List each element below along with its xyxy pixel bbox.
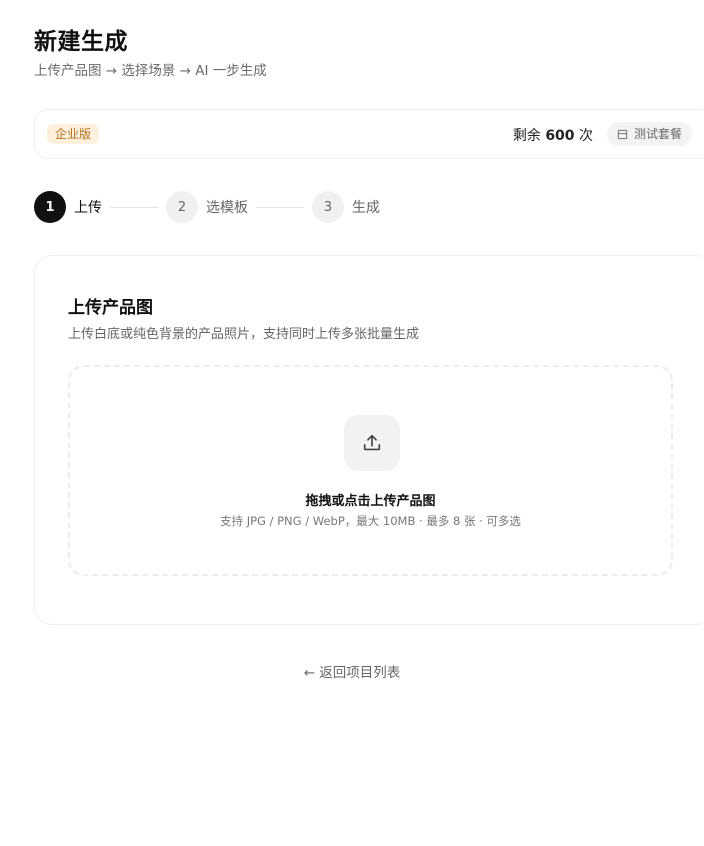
step-2-number[interactable]: 2 — [166, 191, 198, 223]
step-2-label[interactable]: 选模板 — [206, 197, 248, 217]
upload-card: 上传产品图 上传白底或纯色背景的产品照片，支持同时上传多张批量生成 拖拽或点击上… — [34, 255, 704, 625]
step-1-number[interactable]: 1 — [34, 191, 66, 223]
upload-card-title: 上传产品图 — [68, 298, 153, 318]
step-1-label[interactable]: 上传 — [74, 197, 102, 217]
upload-icon — [363, 434, 381, 451]
stepper: 1 上传 2 选模板 3 生成 — [34, 191, 380, 223]
calendar-icon — [617, 129, 628, 139]
upload-dropzone[interactable]: 拖拽或点击上传产品图 支持 JPG / PNG / WebP，最大 10MB ·… — [68, 365, 673, 576]
test-plan-label: 测试套餐 — [633, 127, 682, 141]
dropzone-title: 拖拽或点击上传产品图 — [305, 494, 436, 509]
step-connector — [110, 206, 158, 208]
upload-icon-button[interactable] — [344, 415, 400, 471]
step-connector — [256, 206, 304, 208]
page-title: 新建生成 — [34, 29, 128, 55]
back-to-projects-link[interactable]: ← 返回项目列表 — [0, 661, 704, 681]
page-subtitle: 上传产品图 → 选择场景 → AI 一步生成 — [34, 63, 267, 79]
plan-badge: 企业版 — [47, 124, 100, 144]
quota-count: 600 — [545, 128, 575, 144]
step-3-label[interactable]: 生成 — [352, 197, 380, 217]
quota-suffix: 次 — [579, 128, 593, 144]
plan-bar: 企业版 剩余 600 次 测试套餐 — [34, 109, 704, 159]
step-3-number[interactable]: 3 — [312, 191, 344, 223]
test-plan-button[interactable]: 测试套餐 — [606, 122, 692, 146]
upload-card-description: 上传白底或纯色背景的产品照片，支持同时上传多张批量生成 — [68, 327, 420, 342]
quota-remaining: 剩余 600 次 — [513, 125, 593, 145]
dropzone-hint: 支持 JPG / PNG / WebP，最大 10MB · 最多 8 张 · 可… — [220, 514, 521, 528]
quota-prefix: 剩余 — [512, 128, 541, 144]
